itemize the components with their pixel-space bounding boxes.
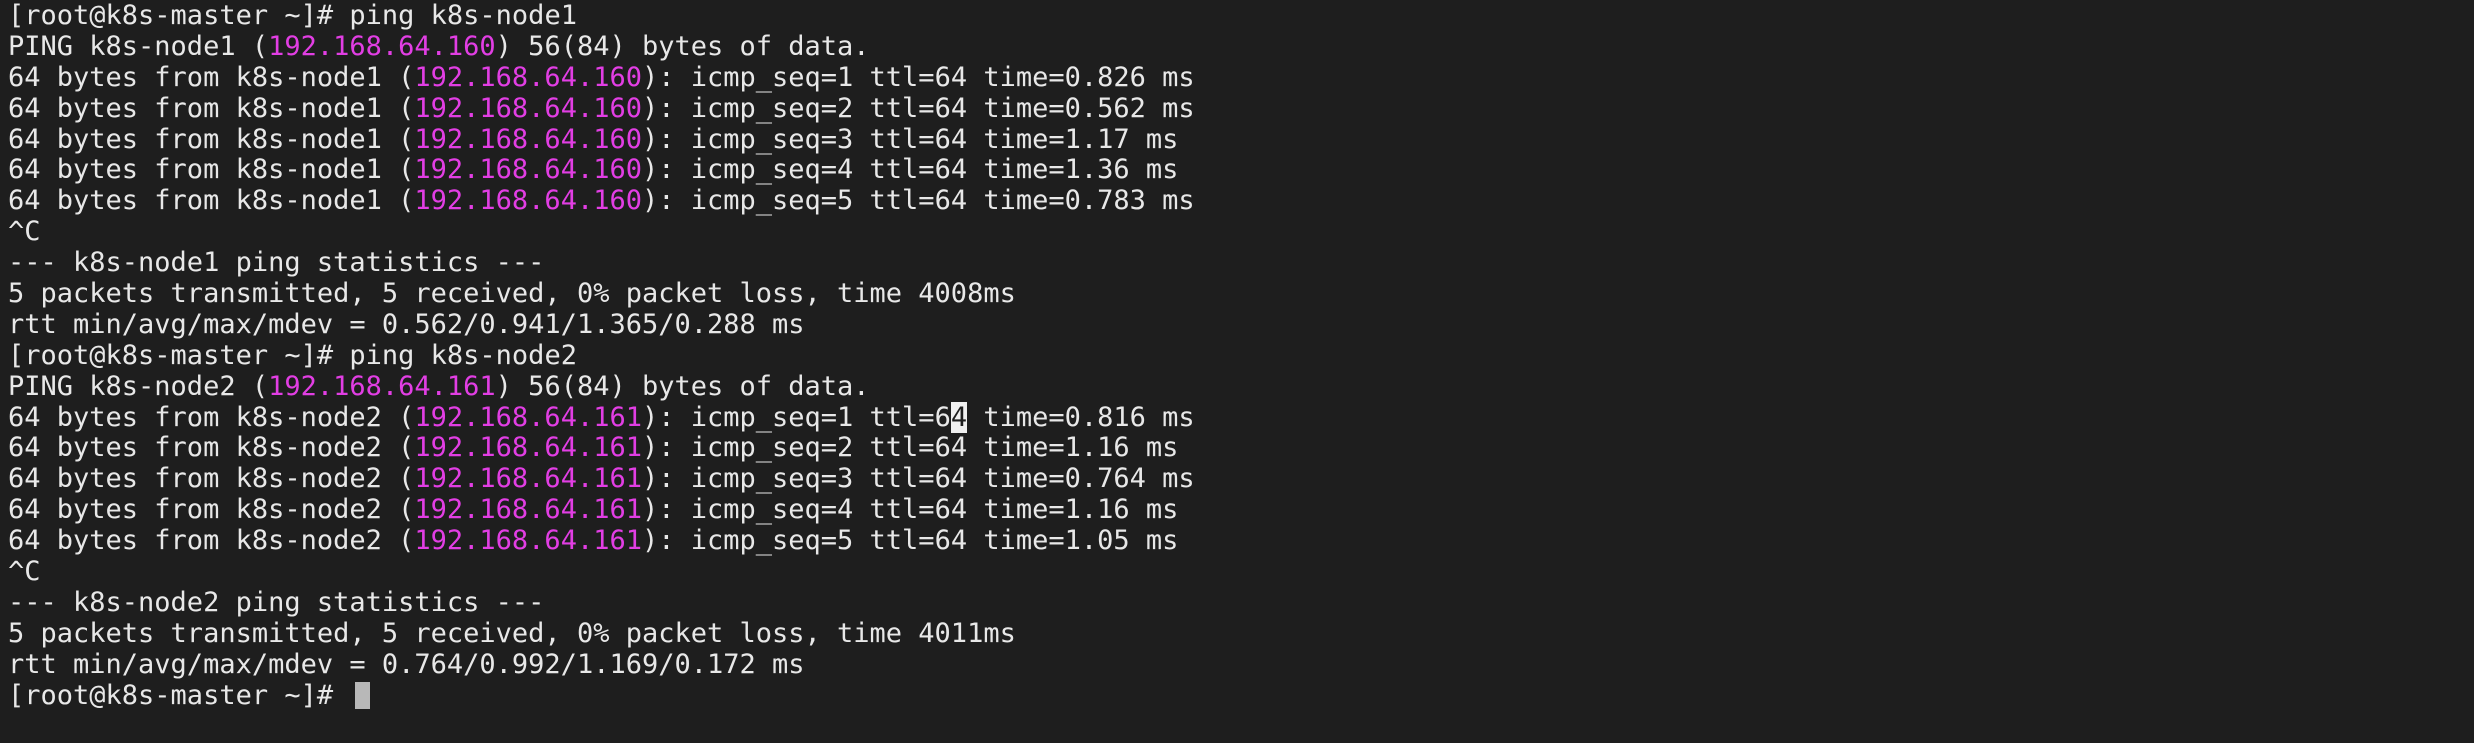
command-text: ping k8s-node2: [349, 339, 577, 371]
ip-address: 192.168.64.161: [268, 370, 496, 402]
ip-address: 192.168.64.161: [414, 525, 642, 557]
reply-text: 64 bytes from k8s-node1 (: [8, 61, 415, 93]
stats-title: --- k8s-node2 ping statistics ---: [8, 586, 545, 618]
reply-text: 64 bytes from k8s-node2 (: [8, 432, 415, 464]
reply-text: 64 bytes from k8s-node1 (: [8, 123, 415, 155]
ping-reply: 64 bytes from k8s-node1 (192.168.64.160)…: [8, 61, 2474, 94]
reply-text: 64 bytes from k8s-node1 (: [8, 185, 415, 217]
stats-packets: 5 packets transmitted, 5 received, 0% pa…: [8, 278, 1016, 310]
ping-reply: 64 bytes from k8s-node1 (192.168.64.160)…: [8, 185, 2474, 217]
text-selection-highlight: 4: [950, 401, 968, 433]
ip-address: 192.168.64.161: [414, 494, 642, 526]
reply-text: ): icmp_seq=4 ttl=64 time=1.36 ms: [641, 154, 1179, 186]
ip-address: 192.168.64.161: [414, 401, 642, 433]
shell-prompt: [root@k8s-master ~]#: [8, 339, 350, 371]
ping-reply: 64 bytes from k8s-node2 (192.168.64.161)…: [8, 463, 2474, 495]
interrupt-line: ^C: [8, 556, 41, 588]
header-text: PING k8s-node2 (: [8, 370, 269, 402]
reply-text: ): icmp_seq=2 ttl=64 time=0.562 ms: [641, 92, 1195, 124]
reply-text: ): icmp_seq=5 ttl=64 time=1.05 ms: [641, 525, 1179, 557]
interrupt-line: ^C: [8, 216, 41, 248]
reply-text: 64 bytes from k8s-node1 (: [8, 92, 415, 124]
ping-reply: 64 bytes from k8s-node1 (192.168.64.160)…: [8, 123, 2474, 156]
command-line-active[interactable]: [root@k8s-master ~]#: [8, 679, 2474, 712]
reply-text: ): icmp_seq=3 ttl=64 time=0.764 ms: [641, 463, 1195, 495]
reply-text: 64 bytes from k8s-node2 (: [8, 401, 415, 433]
ping-header: PING k8s-node2 (192.168.64.161) 56(84) b…: [8, 370, 2474, 403]
reply-text: ): icmp_seq=4 ttl=64 time=1.16 ms: [641, 494, 1179, 526]
reply-text: time=0.816 ms: [967, 401, 1195, 433]
ip-address: 192.168.64.161: [414, 432, 642, 464]
ping-reply: 64 bytes from k8s-node1 (192.168.64.160)…: [8, 92, 2474, 125]
terminal-window[interactable]: [root@k8s-master ~]# ping k8s-node1 PING…: [0, 0, 2474, 743]
command-line: [root@k8s-master ~]# ping k8s-node1: [8, 0, 2474, 32]
reply-text: ): icmp_seq=5 ttl=64 time=0.783 ms: [641, 185, 1195, 217]
reply-text: 64 bytes from k8s-node2 (: [8, 494, 415, 526]
reply-text: ): icmp_seq=2 ttl=64 time=1.16 ms: [641, 432, 1179, 464]
ip-address: 192.168.64.160: [414, 61, 642, 93]
ip-address: 192.168.64.160: [414, 154, 642, 186]
header-text: ) 56(84) bytes of data.: [495, 30, 870, 62]
reply-text: ): icmp_seq=1 ttl=6: [641, 401, 951, 433]
stats-rtt: rtt min/avg/max/mdev = 0.562/0.941/1.365…: [8, 308, 805, 340]
ping-reply: 64 bytes from k8s-node2 (192.168.64.161)…: [8, 401, 2474, 434]
reply-text: 64 bytes from k8s-node2 (: [8, 525, 415, 557]
ping-reply: 64 bytes from k8s-node1 (192.168.64.160)…: [8, 155, 2474, 186]
ping-reply: 64 bytes from k8s-node2 (192.168.64.161)…: [8, 433, 2474, 464]
ping-reply: 64 bytes from k8s-node2 (192.168.64.161)…: [8, 525, 2474, 557]
ping-reply: 64 bytes from k8s-node2 (192.168.64.161)…: [8, 494, 2474, 526]
stats-rtt: rtt min/avg/max/mdev = 0.764/0.992/1.169…: [8, 648, 805, 680]
ip-address: 192.168.64.160: [414, 185, 642, 217]
command-line: [root@k8s-master ~]# ping k8s-node2: [8, 339, 2474, 372]
shell-prompt: [root@k8s-master ~]#: [8, 679, 350, 711]
stats-title: --- k8s-node1 ping statistics ---: [8, 247, 545, 279]
ip-address: 192.168.64.161: [414, 463, 642, 495]
ip-address: 192.168.64.160: [268, 30, 496, 62]
command-text: ping k8s-node1: [349, 0, 577, 31]
reply-text: ): icmp_seq=1 ttl=64 time=0.826 ms: [641, 61, 1195, 93]
reply-text: 64 bytes from k8s-node1 (: [8, 154, 415, 186]
ping-header: PING k8s-node1 (192.168.64.160) 56(84) b…: [8, 30, 2474, 63]
ip-address: 192.168.64.160: [414, 123, 642, 155]
header-text: PING k8s-node1 (: [8, 30, 269, 62]
reply-text: ): icmp_seq=3 ttl=64 time=1.17 ms: [641, 123, 1179, 155]
stats-packets: 5 packets transmitted, 5 received, 0% pa…: [8, 617, 1016, 649]
reply-text: 64 bytes from k8s-node2 (: [8, 463, 415, 495]
shell-prompt: [root@k8s-master ~]#: [8, 0, 350, 31]
text-cursor[interactable]: [355, 681, 371, 709]
header-text: ) 56(84) bytes of data.: [495, 370, 870, 402]
ip-address: 192.168.64.160: [414, 92, 642, 124]
